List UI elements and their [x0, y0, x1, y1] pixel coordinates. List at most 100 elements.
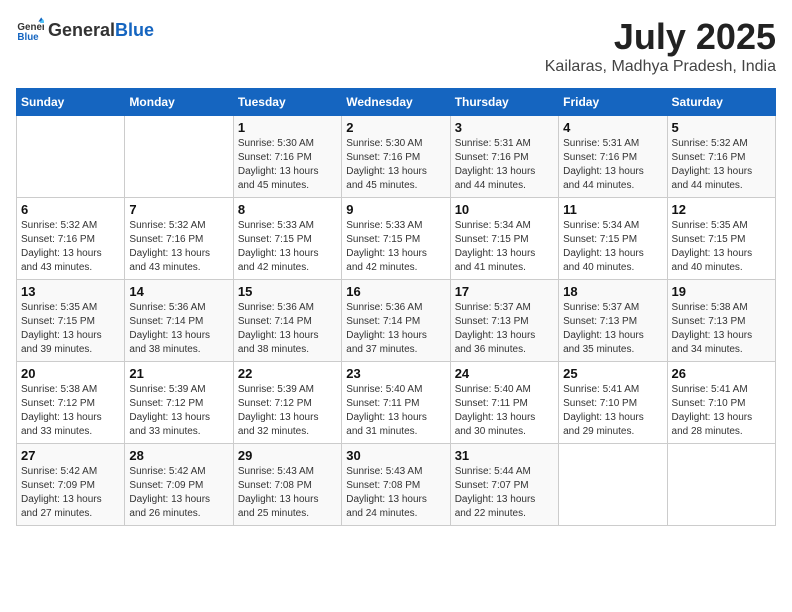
- day-number: 20: [21, 366, 120, 381]
- day-number: 2: [346, 120, 445, 135]
- calendar-cell: 10 Sunrise: 5:34 AM Sunset: 7:15 PM Dayli…: [450, 198, 558, 280]
- day-info: Sunrise: 5:31 AM Sunset: 7:16 PM Dayligh…: [563, 137, 662, 193]
- calendar-cell: 14 Sunrise: 5:36 AM Sunset: 7:14 PM Dayli…: [125, 280, 233, 362]
- day-number: 31: [455, 448, 554, 463]
- calendar-cell: 7 Sunrise: 5:32 AM Sunset: 7:16 PM Daylig…: [125, 198, 233, 280]
- day-number: 1: [238, 120, 337, 135]
- day-number: 6: [21, 202, 120, 217]
- day-info: Sunrise: 5:42 AM Sunset: 7:09 PM Dayligh…: [129, 465, 228, 521]
- calendar-cell: 21 Sunrise: 5:39 AM Sunset: 7:12 PM Dayli…: [125, 362, 233, 444]
- day-info: Sunrise: 5:32 AM Sunset: 7:16 PM Dayligh…: [21, 219, 120, 275]
- calendar-week-row: 1 Sunrise: 5:30 AM Sunset: 7:16 PM Daylig…: [17, 116, 776, 198]
- calendar-week-row: 6 Sunrise: 5:32 AM Sunset: 7:16 PM Daylig…: [17, 198, 776, 280]
- day-info: Sunrise: 5:42 AM Sunset: 7:09 PM Dayligh…: [21, 465, 120, 521]
- day-info: Sunrise: 5:30 AM Sunset: 7:16 PM Dayligh…: [346, 137, 445, 193]
- day-info: Sunrise: 5:33 AM Sunset: 7:15 PM Dayligh…: [238, 219, 337, 275]
- day-number: 18: [563, 284, 662, 299]
- calendar-cell: 23Sunrise: 5:40 AM Sunset: 7:11 PM Dayli…: [342, 362, 450, 444]
- day-number: 30: [346, 448, 445, 463]
- calendar-cell: 8 Sunrise: 5:33 AM Sunset: 7:15 PM Daylig…: [233, 198, 341, 280]
- calendar-cell: 15 Sunrise: 5:36 AM Sunset: 7:14 PM Dayli…: [233, 280, 341, 362]
- calendar-cell: 16Sunrise: 5:36 AM Sunset: 7:14 PM Dayli…: [342, 280, 450, 362]
- day-info: Sunrise: 5:36 AM Sunset: 7:14 PM Dayligh…: [238, 301, 337, 357]
- calendar-cell: [125, 116, 233, 198]
- weekday-header-row: SundayMondayTuesdayWednesdayThursdayFrid…: [17, 89, 776, 116]
- calendar-cell: 4Sunrise: 5:31 AM Sunset: 7:16 PM Daylig…: [559, 116, 667, 198]
- day-number: 12: [672, 202, 771, 217]
- day-number: 25: [563, 366, 662, 381]
- day-info: Sunrise: 5:35 AM Sunset: 7:15 PM Dayligh…: [21, 301, 120, 357]
- calendar-cell: 18 Sunrise: 5:37 AM Sunset: 7:13 PM Dayli…: [559, 280, 667, 362]
- calendar-cell: 22 Sunrise: 5:39 AM Sunset: 7:12 PM Dayli…: [233, 362, 341, 444]
- calendar-cell: 25 Sunrise: 5:41 AM Sunset: 7:10 PM Dayli…: [559, 362, 667, 444]
- day-number: 15: [238, 284, 337, 299]
- day-info: Sunrise: 5:31 AM Sunset: 7:16 PM Dayligh…: [455, 137, 554, 193]
- day-number: 14: [129, 284, 228, 299]
- day-info: Sunrise: 5:39 AM Sunset: 7:12 PM Dayligh…: [238, 383, 337, 439]
- day-info: Sunrise: 5:37 AM Sunset: 7:13 PM Dayligh…: [563, 301, 662, 357]
- calendar-cell: 28 Sunrise: 5:42 AM Sunset: 7:09 PM Dayli…: [125, 444, 233, 526]
- calendar-cell: 2 Sunrise: 5:30 AM Sunset: 7:16 PM Daylig…: [342, 116, 450, 198]
- day-number: 29: [238, 448, 337, 463]
- calendar-cell: 29 Sunrise: 5:43 AM Sunset: 7:08 PM Dayli…: [233, 444, 341, 526]
- day-info: Sunrise: 5:36 AM Sunset: 7:14 PM Dayligh…: [129, 301, 228, 357]
- day-number: 17: [455, 284, 554, 299]
- day-number: 24: [455, 366, 554, 381]
- calendar-cell: 5 Sunrise: 5:32 AM Sunset: 7:16 PM Daylig…: [667, 116, 775, 198]
- weekday-header-friday: Friday: [559, 89, 667, 116]
- calendar-cell: 1 Sunrise: 5:30 AM Sunset: 7:16 PM Daylig…: [233, 116, 341, 198]
- svg-text:Blue: Blue: [17, 32, 39, 43]
- calendar-cell: 30 Sunrise: 5:43 AM Sunset: 7:08 PM Dayli…: [342, 444, 450, 526]
- day-info: Sunrise: 5:36 AM Sunset: 7:14 PM Dayligh…: [346, 301, 445, 357]
- day-number: 10: [455, 202, 554, 217]
- day-number: 9: [346, 202, 445, 217]
- day-info: Sunrise: 5:32 AM Sunset: 7:16 PM Dayligh…: [129, 219, 228, 275]
- day-number: 28: [129, 448, 228, 463]
- weekday-header-saturday: Saturday: [667, 89, 775, 116]
- day-info: Sunrise: 5:33 AM Sunset: 7:15 PM Dayligh…: [346, 219, 445, 275]
- day-info: Sunrise: 5:35 AM Sunset: 7:15 PM Dayligh…: [672, 219, 771, 275]
- calendar-table: SundayMondayTuesdayWednesdayThursdayFrid…: [16, 88, 776, 526]
- day-info: Sunrise: 5:43 AM Sunset: 7:08 PM Dayligh…: [238, 465, 337, 521]
- day-info: Sunrise: 5:34 AM Sunset: 7:15 PM Dayligh…: [563, 219, 662, 275]
- day-info: Sunrise: 5:38 AM Sunset: 7:13 PM Dayligh…: [672, 301, 771, 357]
- day-number: 11: [563, 202, 662, 217]
- logo-blue-text: Blue: [115, 20, 154, 41]
- day-info: Sunrise: 5:32 AM Sunset: 7:16 PM Dayligh…: [672, 137, 771, 193]
- calendar-cell: [17, 116, 125, 198]
- month-year-title: July 2025: [545, 16, 776, 58]
- day-info: Sunrise: 5:37 AM Sunset: 7:13 PM Dayligh…: [455, 301, 554, 357]
- weekday-header-sunday: Sunday: [17, 89, 125, 116]
- day-info: Sunrise: 5:39 AM Sunset: 7:12 PM Dayligh…: [129, 383, 228, 439]
- calendar-cell: 11 Sunrise: 5:34 AM Sunset: 7:15 PM Dayli…: [559, 198, 667, 280]
- logo: General Blue General Blue: [16, 16, 154, 44]
- calendar-cell: 9 Sunrise: 5:33 AM Sunset: 7:15 PM Daylig…: [342, 198, 450, 280]
- day-info: Sunrise: 5:30 AM Sunset: 7:16 PM Dayligh…: [238, 137, 337, 193]
- day-info: Sunrise: 5:41 AM Sunset: 7:10 PM Dayligh…: [563, 383, 662, 439]
- logo-icon: General Blue: [16, 16, 44, 44]
- day-number: 7: [129, 202, 228, 217]
- location-subtitle: Kailaras, Madhya Pradesh, India: [545, 58, 776, 76]
- day-info: Sunrise: 5:43 AM Sunset: 7:08 PM Dayligh…: [346, 465, 445, 521]
- day-number: 21: [129, 366, 228, 381]
- calendar-cell: 6 Sunrise: 5:32 AM Sunset: 7:16 PM Daylig…: [17, 198, 125, 280]
- day-number: 5: [672, 120, 771, 135]
- logo-general-text: General: [48, 20, 115, 41]
- calendar-cell: 24Sunrise: 5:40 AM Sunset: 7:11 PM Dayli…: [450, 362, 558, 444]
- day-number: 19: [672, 284, 771, 299]
- day-number: 8: [238, 202, 337, 217]
- weekday-header-wednesday: Wednesday: [342, 89, 450, 116]
- calendar-cell: [559, 444, 667, 526]
- calendar-cell: 20Sunrise: 5:38 AM Sunset: 7:12 PM Dayli…: [17, 362, 125, 444]
- weekday-header-thursday: Thursday: [450, 89, 558, 116]
- calendar-cell: 27 Sunrise: 5:42 AM Sunset: 7:09 PM Dayli…: [17, 444, 125, 526]
- title-block: July 2025 Kailaras, Madhya Pradesh, Indi…: [545, 16, 776, 76]
- day-number: 27: [21, 448, 120, 463]
- calendar-cell: 19 Sunrise: 5:38 AM Sunset: 7:13 PM Dayli…: [667, 280, 775, 362]
- weekday-header-tuesday: Tuesday: [233, 89, 341, 116]
- day-number: 22: [238, 366, 337, 381]
- day-number: 3: [455, 120, 554, 135]
- day-info: Sunrise: 5:40 AM Sunset: 7:11 PM Dayligh…: [346, 383, 445, 439]
- day-info: Sunrise: 5:34 AM Sunset: 7:15 PM Dayligh…: [455, 219, 554, 275]
- day-number: 13: [21, 284, 120, 299]
